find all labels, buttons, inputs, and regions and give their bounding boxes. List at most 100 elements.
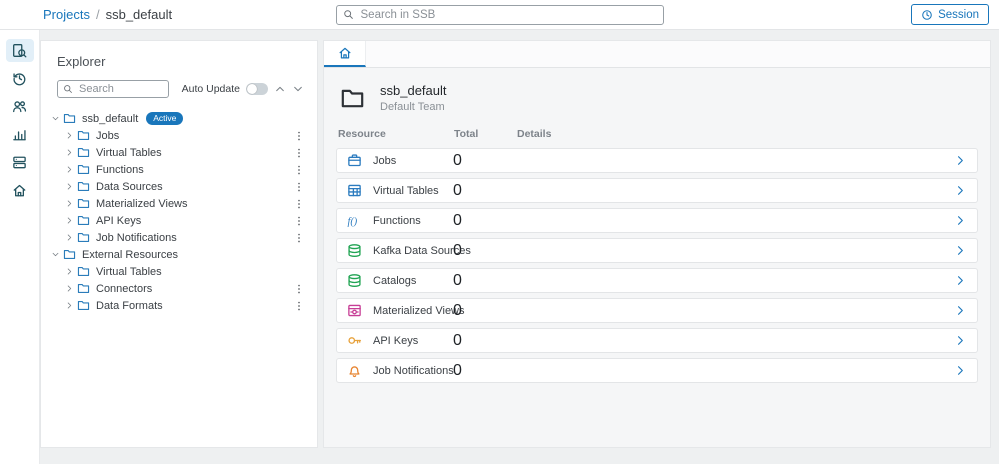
chevron-right-icon [65,148,74,157]
resource-list: Jobs 0 Virtual Tables 0 f() Functions 0 Kafka D… [336,148,978,383]
resource-label: Materialized Views [373,304,465,317]
column-details: Details [517,128,552,140]
cloudera-logo-icon[interactable] [14,5,33,24]
tree-item-materialized-views[interactable]: Materialized Views [41,195,317,212]
chevron-right-icon [65,267,74,276]
kebab-menu-icon[interactable] [293,164,305,176]
chevron-right-icon [65,131,74,140]
row-chevron-right-icon[interactable] [954,304,967,317]
tree-item-api-keys[interactable]: API Keys [41,212,317,229]
global-search[interactable] [335,4,664,25]
breadcrumb: Projects / ssb_default [43,7,172,22]
explorer-search[interactable] [57,80,169,98]
tree-item-data-sources[interactable]: Data Sources [41,178,317,195]
tree-item-label: Data Formats [96,299,163,312]
rail-item-users[interactable] [6,95,34,118]
resource-row-virtual-tables[interactable]: Virtual Tables 0 [336,178,978,203]
tree-item-label: Functions [96,163,144,176]
auto-update-toggle[interactable] [246,83,268,95]
monitoring-icon [12,127,27,142]
project-header: ssb_default Default Team [338,83,978,113]
folder-icon [63,112,76,125]
tree-item-ssb-default[interactable]: ssb_default Active [41,110,317,127]
caret-right-icon[interactable] [61,165,77,175]
rail-item-home[interactable] [6,179,34,202]
row-chevron-right-icon[interactable] [954,334,967,347]
kebab-menu-icon[interactable] [293,232,305,244]
chevron-down-icon[interactable] [292,83,304,95]
kebab-menu-icon[interactable] [293,147,305,159]
row-chevron-right-icon[interactable] [954,274,967,287]
row-chevron-right-icon[interactable] [954,364,967,377]
resource-row-api-keys[interactable]: API Keys 0 [336,328,978,353]
tree-item-functions[interactable]: Functions [41,161,317,178]
session-button[interactable]: Session [911,4,989,25]
tree-item-label: Data Sources [96,180,163,193]
folder-icon [77,282,90,295]
resource-row-functions[interactable]: f() Functions 0 [336,208,978,233]
caret-right-icon[interactable] [61,182,77,192]
global-search-input[interactable] [358,7,657,22]
tree-item-virtual-tables[interactable]: Virtual Tables [41,144,317,161]
servers-icon [12,155,27,170]
tree-item-external-resources[interactable]: External Resources [41,246,317,263]
svg-text:f(): f() [347,216,357,227]
tree-item-virtual-tables[interactable]: Virtual Tables [41,263,317,280]
kebab-menu-icon[interactable] [293,300,305,312]
resource-row-jobs[interactable]: Jobs 0 [336,148,978,173]
row-chevron-right-icon[interactable] [954,184,967,197]
breadcrumb-separator: / [95,7,100,22]
column-resource: Resource [338,128,386,140]
folder-icon [77,197,90,210]
caret-right-icon[interactable] [61,216,77,226]
resource-total: 0 [453,151,462,169]
resource-label: Catalogs [373,274,417,287]
rail-item-explorer[interactable] [5,39,34,62]
caret-right-icon[interactable] [61,148,77,158]
explorer-tree: ssb_default Active Jobs Virtual Tables Funct… [41,107,317,317]
column-total: Total [454,128,479,140]
breadcrumb-projects[interactable]: Projects [43,7,90,22]
explorer-search-input[interactable] [77,82,163,96]
row-chevron-right-icon[interactable] [954,154,967,167]
kafka-icon [347,243,362,258]
rail-item-servers[interactable] [6,151,34,174]
tree-item-label: Connectors [96,282,153,295]
tree-item-label: Jobs [96,129,120,142]
chevron-right-icon [65,165,74,174]
history-icon [12,71,27,86]
functions-icon: f() [347,213,362,228]
row-chevron-right-icon[interactable] [954,214,967,227]
tree-item-connectors[interactable]: Connectors [41,280,317,297]
kebab-menu-icon[interactable] [293,215,305,227]
kebab-menu-icon[interactable] [293,198,305,210]
caret-right-icon[interactable] [61,267,77,277]
caret-right-icon[interactable] [61,233,77,243]
top-bar: Projects / ssb_default Session [0,0,999,30]
rail-item-monitoring[interactable] [6,123,34,146]
resource-row-catalogs[interactable]: Catalogs 0 [336,268,978,293]
kebab-menu-icon[interactable] [293,130,305,142]
caret-right-icon[interactable] [61,301,77,311]
tree-item-label: API Keys [96,214,142,227]
caret-right-icon[interactable] [61,199,77,209]
caret-down-icon[interactable] [47,250,63,260]
tree-item-jobs[interactable]: Jobs [41,127,317,144]
kebab-menu-icon[interactable] [293,181,305,193]
resource-row-job-notifications[interactable]: Job Notifications 0 [336,358,978,383]
row-chevron-right-icon[interactable] [954,244,967,257]
caret-right-icon[interactable] [61,284,77,294]
tab-home[interactable] [324,41,366,67]
tree-item-data-formats[interactable]: Data Formats [41,297,317,314]
chevron-up-icon[interactable] [274,83,286,95]
api-keys-icon [347,333,362,348]
table-header: Resource Total Details [338,128,978,140]
kebab-menu-icon[interactable] [293,283,305,295]
tree-item-job-notifications[interactable]: Job Notifications [41,229,317,246]
caret-right-icon[interactable] [61,131,77,141]
resource-row-materialized-views[interactable]: Materialized Views 0 [336,298,978,323]
caret-down-icon[interactable] [47,114,63,124]
folder-icon [63,248,76,261]
resource-row-kafka-data-sources[interactable]: Kafka Data Sources 0 [336,238,978,263]
rail-item-history[interactable] [6,67,34,90]
